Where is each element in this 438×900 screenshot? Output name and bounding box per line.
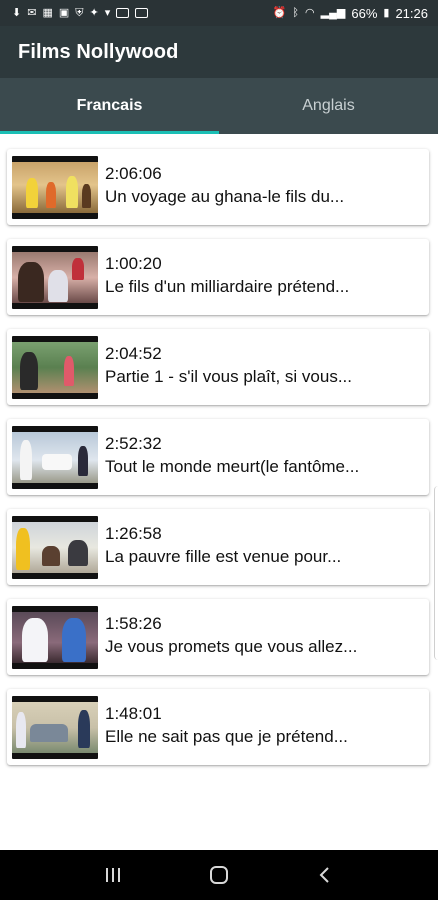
video-item[interactable]: 2:52:32 Tout le monde meurt(le fantôme..…	[7, 419, 429, 495]
shield-icon: ⛨	[75, 6, 84, 19]
video-title: Un voyage au ghana-le fils du...	[105, 187, 345, 206]
notification-icons: ⬇ ✉ ▦ ▣ ⛨ ✦ ▾	[12, 6, 149, 19]
video-title: Je vous promets que vous allez...	[105, 637, 358, 656]
bluetooth-icon: ᛒ	[292, 6, 300, 19]
app-bar: Films Nollywood	[0, 26, 438, 78]
download-icon: ⬇	[12, 6, 22, 19]
video-item[interactable]: 2:06:06 Un voyage au ghana-le fils du...	[7, 149, 429, 225]
video-title: Elle ne sait pas que je prétend...	[105, 727, 348, 746]
video-duration: 1:26:58	[105, 524, 162, 543]
video-title: Tout le monde meurt(le fantôme...	[105, 457, 360, 476]
alarm-icon: ⏰	[272, 6, 287, 19]
mail-icon: ✉	[27, 6, 37, 19]
system-icons: ⏰ ᛒ ◠ ▂▄▆ 66% ▮ 21:26	[273, 6, 428, 21]
battery-icon: ▮	[383, 6, 390, 19]
scroll-edge-indicator	[434, 486, 438, 660]
video-thumbnail	[12, 606, 98, 669]
video-title: Le fils d'un milliardaire prétend...	[105, 277, 350, 296]
video-duration: 2:52:32	[105, 434, 162, 453]
video-duration: 2:04:52	[105, 344, 162, 363]
location-icon: ▾	[104, 6, 111, 19]
home-icon[interactable]	[199, 855, 239, 895]
wifi-icon: ◠	[305, 6, 315, 19]
video-thumbnail	[12, 516, 98, 579]
app-title: Films Nollywood	[18, 40, 179, 63]
navigation-bar	[0, 850, 438, 900]
video-thumbnail	[12, 156, 98, 219]
video-duration: 1:00:20	[105, 254, 162, 273]
signal-icon: ▂▄▆	[320, 6, 346, 19]
video-item[interactable]: 2:04:52 Partie 1 - s'il vous plaît, si v…	[7, 329, 429, 405]
screen-icon	[116, 8, 130, 18]
clock: 21:26	[395, 5, 428, 21]
video-thumbnail	[12, 696, 98, 759]
recents-icon[interactable]	[93, 855, 133, 895]
tab-anglais[interactable]: Anglais	[219, 78, 438, 134]
video-item[interactable]: 1:48:01 Elle ne sait pas que je prétend.…	[7, 689, 429, 765]
video-thumbnail	[12, 336, 98, 399]
video-thumbnail	[12, 246, 98, 309]
back-icon[interactable]	[305, 855, 345, 895]
tab-francais[interactable]: Francais	[0, 78, 219, 134]
video-duration: 1:58:26	[105, 614, 162, 633]
video-title: Partie 1 - s'il vous plaît, si vous...	[105, 367, 353, 386]
tab-bar: Francais Anglais	[0, 78, 438, 134]
video-item[interactable]: 1:58:26 Je vous promets que vous allez..…	[7, 599, 429, 675]
video-item[interactable]: 1:00:20 Le fils d'un milliardaire préten…	[7, 239, 429, 315]
video-duration: 1:48:01	[105, 704, 162, 723]
video-item[interactable]: 1:26:58 La pauvre fille est venue pour..…	[7, 509, 429, 585]
status-bar: ⬇ ✉ ▦ ▣ ⛨ ✦ ▾ ⏰ ᛒ ◠ ▂▄▆ 66% ▮ 21:26	[0, 0, 438, 26]
battery-level: 66%	[351, 5, 378, 21]
app-icon: ▣	[58, 6, 70, 19]
cast-icon	[135, 8, 149, 18]
video-duration: 2:06:06	[105, 164, 162, 183]
video-thumbnail	[12, 426, 98, 489]
gallery-icon: ▦	[42, 6, 53, 19]
video-title: La pauvre fille est venue pour...	[105, 547, 342, 566]
settings-icon: ✦	[89, 6, 99, 19]
